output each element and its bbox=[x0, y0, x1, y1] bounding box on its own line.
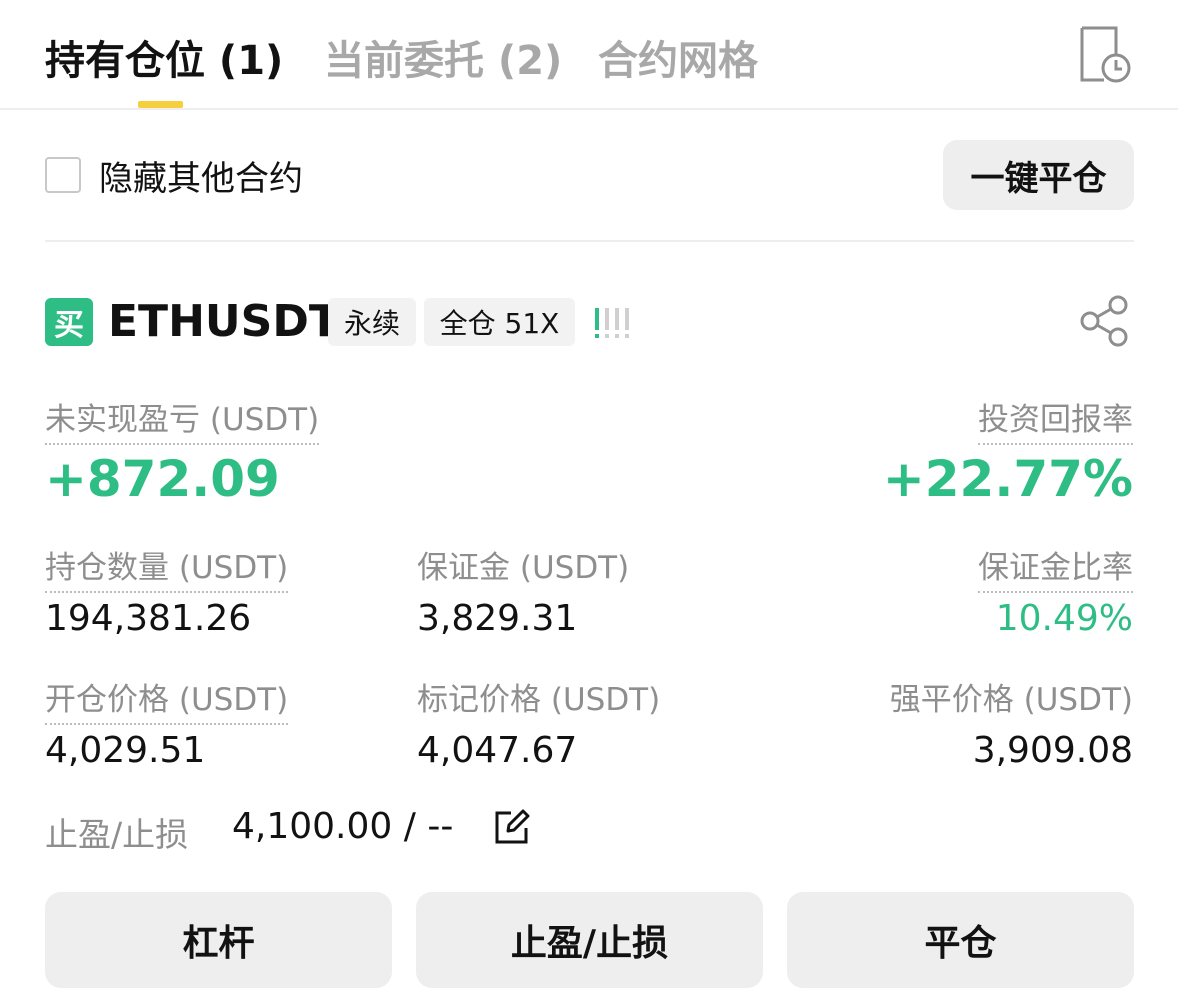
position-tabs: 持有仓位 (1) 当前委托 (2) 合约网格 bbox=[0, 0, 1178, 108]
margin-ratio-label[interactable]: 保证金比率 bbox=[978, 542, 1133, 593]
roi-label[interactable]: 投资回报率 bbox=[978, 394, 1133, 445]
mark-price-label: 标记价格 (USDT) bbox=[417, 682, 661, 718]
entry-price-label[interactable]: 开仓价格 (USDT) bbox=[45, 674, 289, 725]
roi-value: +22.77% bbox=[882, 450, 1133, 508]
unrealized-pnl-label[interactable]: 未实现盈亏 (USDT) bbox=[45, 394, 320, 445]
share-icon bbox=[1080, 295, 1128, 347]
share-button[interactable] bbox=[1076, 294, 1132, 348]
position-size-value: 194,381.26 bbox=[45, 598, 252, 639]
close-all-button[interactable]: 一键平仓 bbox=[943, 140, 1134, 210]
margin-value: 3,829.31 bbox=[417, 598, 578, 639]
margin-label: 保证金 (USDT) bbox=[417, 550, 630, 586]
unrealized-pnl-value: +872.09 bbox=[45, 450, 280, 508]
tpsl-value: 4,100.00 / -- bbox=[232, 806, 454, 847]
hide-other-checkbox[interactable] bbox=[45, 157, 81, 193]
tabs-divider bbox=[0, 108, 1178, 110]
edit-icon bbox=[495, 809, 530, 844]
active-tab-indicator bbox=[138, 101, 183, 108]
position-symbol[interactable]: ETHUSDT bbox=[108, 296, 339, 347]
order-history-clock-icon bbox=[1080, 26, 1131, 83]
tpsl-button[interactable]: 止盈/止损 bbox=[416, 892, 763, 988]
section-divider bbox=[45, 240, 1134, 242]
tpsl-label: 止盈/止损 bbox=[45, 815, 189, 854]
tab-positions[interactable]: 持有仓位 (1) bbox=[45, 28, 283, 86]
buy-side-badge: 买 bbox=[45, 298, 93, 346]
position-size-label[interactable]: 持仓数量 (USDT) bbox=[45, 542, 289, 593]
margin-mode-tag[interactable]: 全仓 51X bbox=[424, 298, 575, 346]
adl-indicator-icon[interactable] bbox=[594, 306, 634, 340]
leverage-button[interactable]: 杠杆 bbox=[45, 892, 392, 988]
hide-other-contracts-toggle[interactable]: 隐藏其他合约 bbox=[45, 152, 303, 199]
positions-panel: 持有仓位 (1) 当前委托 (2) 合约网格 隐藏其他合约 一键平仓 买 ETH… bbox=[0, 0, 1178, 1004]
tab-contract-grid[interactable]: 合约网格 bbox=[598, 28, 758, 86]
liq-price-label: 强平价格 (USDT) bbox=[889, 682, 1133, 718]
margin-ratio-value: 10.49% bbox=[995, 598, 1133, 639]
hide-other-label: 隐藏其他合约 bbox=[99, 158, 303, 199]
order-history-button[interactable] bbox=[1078, 24, 1134, 84]
mark-price-value: 4,047.67 bbox=[417, 730, 578, 771]
tab-open-orders[interactable]: 当前委托 (2) bbox=[324, 28, 562, 86]
close-position-button[interactable]: 平仓 bbox=[787, 892, 1134, 988]
contract-type-tag: 永续 bbox=[328, 298, 416, 346]
tpsl-edit-button[interactable] bbox=[493, 808, 531, 846]
entry-price-value: 4,029.51 bbox=[45, 730, 206, 771]
liq-price-value: 3,909.08 bbox=[972, 730, 1133, 771]
